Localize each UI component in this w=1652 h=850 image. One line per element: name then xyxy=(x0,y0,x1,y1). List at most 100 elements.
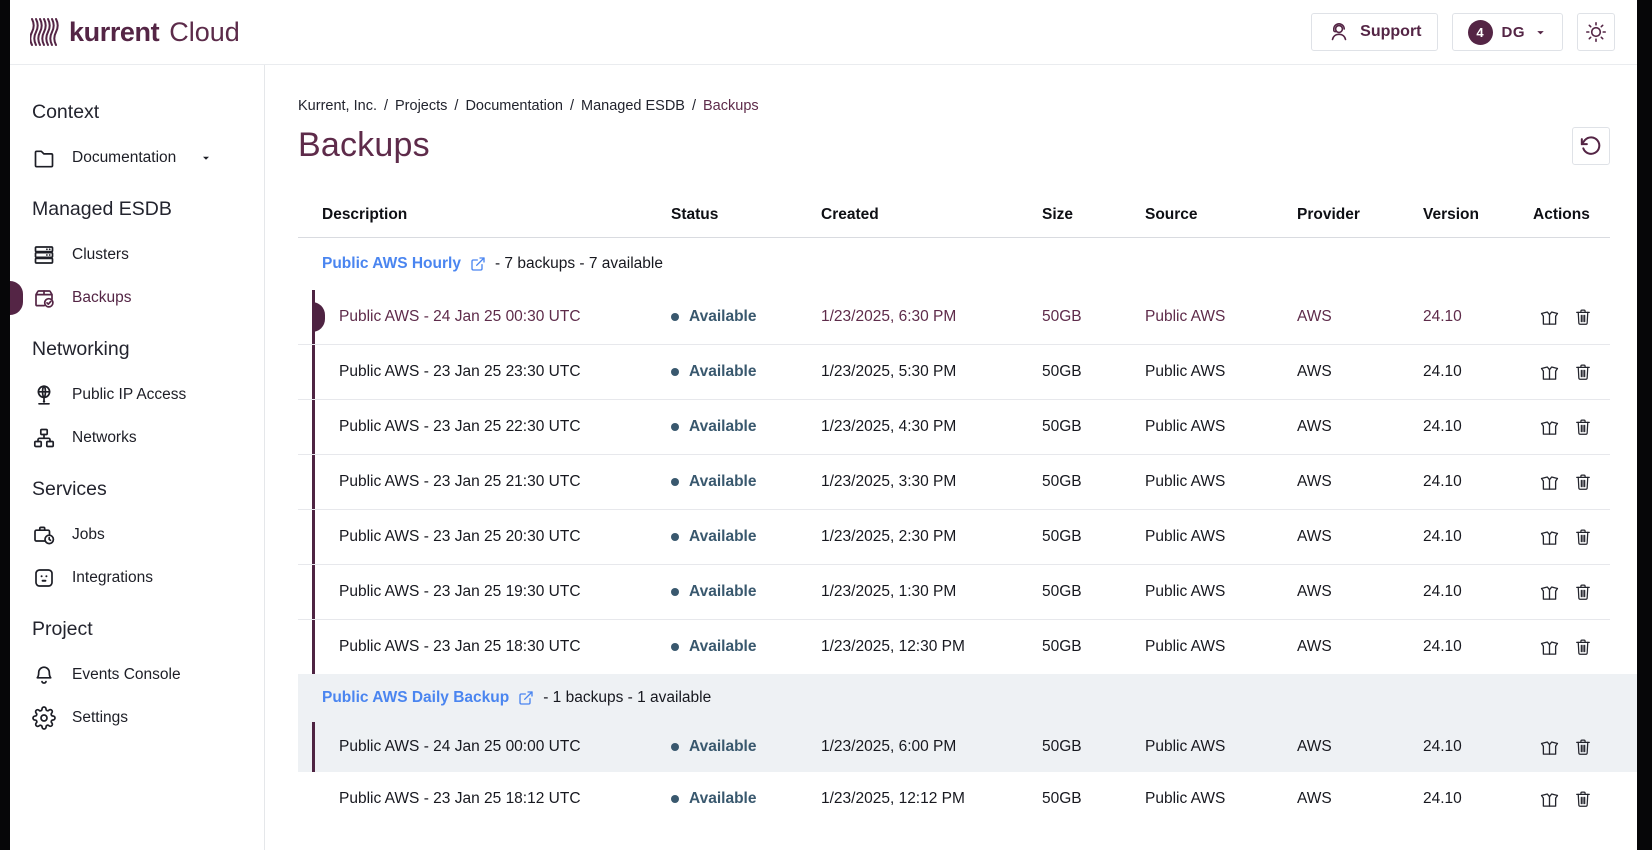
table-row[interactable]: Public AWS - 23 Jan 25 20:30 UTCAvailabl… xyxy=(298,509,1610,564)
cell-status: Available xyxy=(671,528,821,546)
breadcrumb-item[interactable]: Kurrent, Inc. xyxy=(298,98,377,114)
restore-backup-button[interactable] xyxy=(1539,637,1560,658)
cell-description: Public AWS - 23 Jan 25 18:30 UTC xyxy=(298,638,671,656)
status-label: Available xyxy=(689,363,757,381)
delete-backup-button[interactable] xyxy=(1573,789,1593,809)
delete-backup-button[interactable] xyxy=(1573,527,1593,547)
public-ip-icon xyxy=(32,383,56,407)
cell-provider: AWS xyxy=(1297,473,1423,491)
breadcrumb-item[interactable]: Managed ESDB xyxy=(581,98,685,114)
cell-version: 24.10 xyxy=(1423,790,1533,808)
sidebar-item-settings[interactable]: Settings xyxy=(10,704,264,732)
table-row[interactable]: Public AWS - 23 Jan 25 21:30 UTCAvailabl… xyxy=(298,454,1610,509)
sidebar-item-label: Networks xyxy=(72,429,137,447)
sidebar-item-integrations[interactable]: Integrations xyxy=(10,564,264,592)
breadcrumb-item[interactable]: Documentation xyxy=(465,98,563,114)
table-row[interactable]: Public AWS - 23 Jan 25 18:30 UTCAvailabl… xyxy=(298,619,1610,674)
folder-icon xyxy=(32,146,56,170)
restore-backup-button[interactable] xyxy=(1539,472,1560,493)
cell-provider: AWS xyxy=(1297,583,1423,601)
restore-backup-button[interactable] xyxy=(1539,789,1560,810)
sidebar-item-label: Clusters xyxy=(72,246,129,264)
delete-backup-button[interactable] xyxy=(1573,417,1593,437)
cell-created: 1/23/2025, 6:00 PM xyxy=(821,738,1042,756)
top-bar: kurrent Cloud Support 4 xyxy=(10,0,1637,65)
sidebar-item-label: Backups xyxy=(72,289,131,307)
delete-backup-button[interactable] xyxy=(1573,362,1593,382)
cell-status: Available xyxy=(671,418,821,436)
column-header-source: Source xyxy=(1145,206,1297,224)
cell-description: Public AWS - 23 Jan 25 19:30 UTC xyxy=(298,583,671,601)
theme-toggle-button[interactable] xyxy=(1577,13,1615,51)
delete-backup-button[interactable] xyxy=(1573,307,1593,327)
external-link-icon xyxy=(518,690,534,706)
screen: kurrent Cloud Support 4 xyxy=(0,0,1652,850)
backup-rows: Public AWS - 24 Jan 25 00:00 UTCAvailabl… xyxy=(298,722,1610,772)
support-label: Support xyxy=(1360,23,1421,41)
restore-backup-button[interactable] xyxy=(1539,582,1560,603)
support-button[interactable]: Support xyxy=(1311,13,1437,51)
restore-backup-button[interactable] xyxy=(1539,417,1560,438)
backup-group: Public AWS Daily Backup - 1 backups - 1 a… xyxy=(298,674,1637,772)
table-row[interactable]: Public AWS - 24 Jan 25 00:30 UTCAvailabl… xyxy=(298,290,1610,344)
table-row[interactable]: Public AWS - 23 Jan 25 23:30 UTCAvailabl… xyxy=(298,344,1610,399)
sidebar-item-events-console[interactable]: Events Console xyxy=(10,661,264,689)
cell-status: Available xyxy=(671,583,821,601)
status-label: Available xyxy=(689,738,757,756)
logo-text-light: Cloud xyxy=(169,17,240,48)
cell-provider: AWS xyxy=(1297,363,1423,381)
backup-group-summary: - 7 backups - 7 available xyxy=(495,255,663,273)
delete-backup-button[interactable] xyxy=(1573,637,1593,657)
user-initials: DG xyxy=(1502,24,1526,41)
cell-source: Public AWS xyxy=(1145,473,1297,491)
networks-icon xyxy=(32,426,56,450)
delete-backup-button[interactable] xyxy=(1573,737,1593,757)
cell-version: 24.10 xyxy=(1423,528,1533,546)
sidebar-item-documentation[interactable]: Documentation xyxy=(10,144,264,172)
backup-group-summary: - 1 backups - 1 available xyxy=(543,689,711,707)
cell-provider: AWS xyxy=(1297,790,1423,808)
table-header-row: DescriptionStatusCreatedSizeSourceProvid… xyxy=(298,193,1610,238)
delete-backup-button[interactable] xyxy=(1573,582,1593,602)
restore-backup-button[interactable] xyxy=(1539,527,1560,548)
backup-job-link[interactable]: Public AWS Daily Backup xyxy=(322,689,509,707)
breadcrumb-item[interactable]: Projects xyxy=(395,98,447,114)
status-label: Available xyxy=(689,583,757,601)
table-row[interactable]: Public AWS - 24 Jan 25 00:00 UTCAvailabl… xyxy=(298,722,1610,772)
sidebar-item-jobs[interactable]: Jobs xyxy=(10,521,264,549)
table-row[interactable]: Public AWS - 23 Jan 25 22:30 UTCAvailabl… xyxy=(298,399,1610,454)
table-body: Public AWS Hourly - 7 backups - 7 availab… xyxy=(298,238,1610,826)
sidebar-item-networks[interactable]: Networks xyxy=(10,424,264,452)
delete-backup-button[interactable] xyxy=(1573,472,1593,492)
backups-table: DescriptionStatusCreatedSizeSourceProvid… xyxy=(298,193,1610,826)
cell-actions xyxy=(1533,307,1610,328)
cell-description: Public AWS - 23 Jan 25 22:30 UTC xyxy=(298,418,671,436)
user-menu-button[interactable]: 4 DG xyxy=(1452,13,1564,51)
breadcrumb: Kurrent, Inc./Projects/Documentation/Man… xyxy=(298,98,1610,114)
refresh-button[interactable] xyxy=(1572,127,1610,165)
restore-backup-button[interactable] xyxy=(1539,737,1560,758)
topbar-actions: Support 4 DG xyxy=(1311,13,1615,51)
table-row[interactable]: Public AWS - 23 Jan 25 18:12 UTCAvailabl… xyxy=(298,772,1610,826)
sidebar-item-public-ip-access[interactable]: Public IP Access xyxy=(10,381,264,409)
sidebar-item-label: Settings xyxy=(72,709,128,727)
restore-backup-button[interactable] xyxy=(1539,362,1560,383)
cell-actions xyxy=(1533,789,1610,810)
sidebar-item-label: Events Console xyxy=(72,666,181,684)
cell-actions xyxy=(1533,362,1610,383)
backup-job-link[interactable]: Public AWS Hourly xyxy=(322,255,461,273)
sidebar-item-backups[interactable]: Backups xyxy=(10,284,264,312)
logo[interactable]: kurrent Cloud xyxy=(30,16,240,48)
column-header-version: Version xyxy=(1423,206,1533,224)
cell-size: 50GB xyxy=(1042,790,1145,808)
chevron-down-icon xyxy=(200,152,212,164)
cell-size: 50GB xyxy=(1042,418,1145,436)
table-row[interactable]: Public AWS - 23 Jan 25 19:30 UTC Availabl… xyxy=(298,564,1610,619)
restore-backup-button[interactable] xyxy=(1539,307,1560,328)
jobs-icon xyxy=(32,523,56,547)
cell-size: 50GB xyxy=(1042,528,1145,546)
breadcrumb-separator: / xyxy=(692,98,696,114)
notification-badge: 4 xyxy=(1468,20,1493,45)
sidebar-section: ServicesJobsIntegrations xyxy=(10,478,264,592)
sidebar-item-clusters[interactable]: Clusters xyxy=(10,241,264,269)
